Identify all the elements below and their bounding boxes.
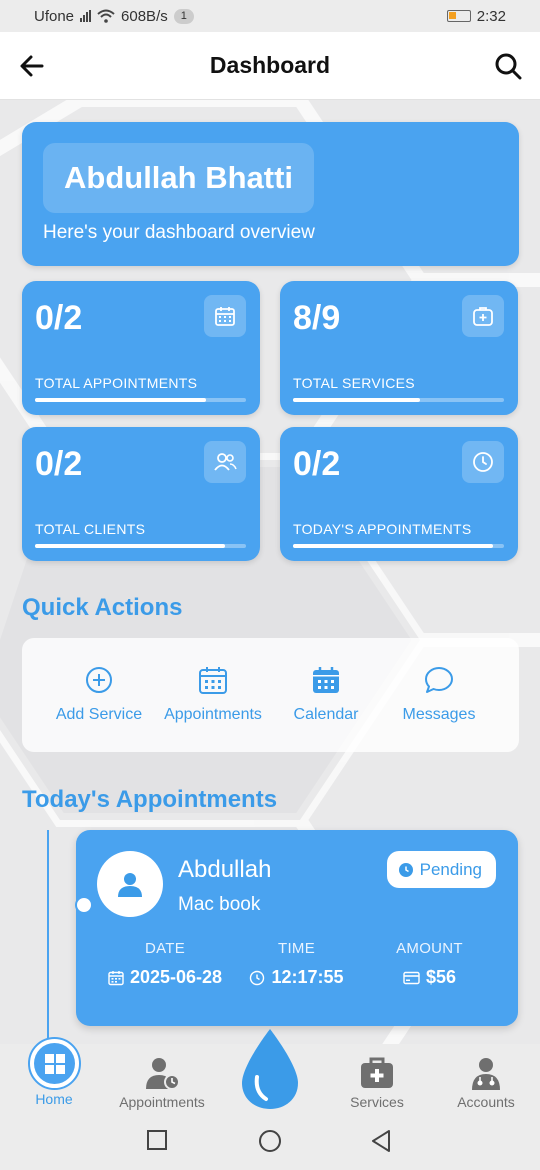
plus-circle-icon: [86, 667, 112, 693]
water-drop-icon[interactable]: [240, 1027, 300, 1111]
add-service-button[interactable]: Add Service: [39, 664, 159, 724]
appointment-date: 2025-06-28: [129, 967, 223, 987]
appointment-card[interactable]: Abdullah Mac book Pending DATE 2025-06-2…: [76, 830, 518, 1026]
calendar-action-button[interactable]: Calendar: [266, 664, 386, 724]
amount-column: AMOUNT $56: [382, 940, 477, 988]
progress-bar: [35, 544, 246, 548]
stat-label: TODAY'S APPOINTMENTS: [293, 521, 472, 537]
network-speed: 608B/s: [121, 7, 168, 25]
wifi-icon: [97, 9, 115, 23]
nav-label: Home: [35, 1091, 73, 1107]
nav-label: Accounts: [457, 1094, 515, 1110]
signal-icon: [80, 10, 92, 22]
date-column: DATE 2025-06-28: [100, 940, 230, 988]
search-icon[interactable]: [494, 52, 522, 80]
appointment-amount: $56: [425, 967, 457, 987]
medical-case-icon: [462, 295, 504, 337]
stat-value: 0/2: [35, 299, 83, 337]
card-icon: [403, 971, 420, 984]
stat-card-total-services[interactable]: 8/9 TOTAL SERVICES: [280, 281, 518, 415]
system-navigation-bar: [0, 1112, 540, 1170]
home-grid-icon: [44, 1053, 65, 1074]
timeline-line: [47, 830, 49, 1050]
stat-value: 0/2: [293, 445, 341, 483]
stat-value: 8/9: [293, 299, 341, 337]
user-name: Abdullah Bhatti: [43, 143, 315, 213]
action-label: Appointments: [164, 706, 262, 723]
medical-case-icon: [361, 1057, 393, 1088]
progress-bar: [293, 398, 504, 402]
calendar-icon: [204, 295, 246, 337]
calendar-icon: [108, 970, 124, 985]
clock-time: 2:32: [476, 7, 506, 25]
bottom-navigation: Home Appointments Services Accounts: [0, 1029, 540, 1112]
nav-label: Appointments: [119, 1094, 205, 1110]
welcome-card: Abdullah Bhatti Here's your dashboard ov…: [22, 122, 519, 266]
back-triangle-icon[interactable]: [370, 1129, 392, 1153]
messages-action-button[interactable]: Messages: [379, 664, 499, 724]
quick-actions-title: Quick Actions: [22, 594, 183, 621]
battery-icon: [446, 10, 471, 22]
home-circle-icon[interactable]: [258, 1129, 282, 1153]
page-title: Dashboard: [209, 52, 331, 78]
status-bar: Ufone 608B/s 1 2:32: [0, 0, 540, 32]
chat-bubble-icon: [425, 667, 453, 693]
progress-bar: [293, 544, 504, 548]
service-name: Mac book: [178, 894, 261, 915]
welcome-subtitle: Here's your dashboard overview: [43, 222, 315, 243]
appointments-action-button[interactable]: Appointments: [153, 664, 273, 724]
amount-label: AMOUNT: [396, 940, 463, 957]
action-label: Messages: [402, 706, 476, 723]
stat-card-todays-appointments[interactable]: 0/2 TODAY'S APPOINTMENTS: [280, 427, 518, 561]
nav-item-appointments[interactable]: Appointments: [107, 1056, 217, 1110]
date-label: DATE: [144, 940, 186, 957]
app-header: Dashboard: [0, 32, 540, 100]
quick-actions-panel: Add Service Appointments Calendar Messag…: [22, 638, 519, 752]
action-label: Calendar: [293, 706, 359, 723]
stat-value: 0/2: [35, 445, 83, 483]
notification-badge: 1: [173, 8, 194, 24]
home-button[interactable]: [28, 1037, 81, 1090]
doctor-icon: [472, 1058, 500, 1090]
avatar: [97, 851, 163, 917]
progress-bar: [35, 398, 246, 402]
time-column: TIME 12:17:55: [244, 940, 349, 988]
user-icon: [118, 873, 142, 897]
timeline-dot: [75, 896, 93, 914]
arrow-left-icon[interactable]: [18, 52, 46, 80]
calendar-filled-icon: [313, 667, 339, 693]
time-label: TIME: [277, 940, 316, 957]
recents-square-icon[interactable]: [146, 1129, 168, 1151]
stat-card-total-clients[interactable]: 0/2 TOTAL CLIENTS: [22, 427, 260, 561]
todays-appointments-title: Today's Appointments: [22, 786, 278, 813]
nav-label: Services: [350, 1094, 404, 1110]
nav-item-accounts[interactable]: Accounts: [431, 1056, 540, 1110]
action-label: Add Service: [55, 706, 143, 723]
status-text: Pending: [419, 859, 482, 879]
stat-label: TOTAL APPOINTMENTS: [35, 375, 198, 391]
nav-item-services[interactable]: Services: [322, 1056, 432, 1110]
stat-label: TOTAL CLIENTS: [35, 521, 146, 537]
stat-card-total-appointments[interactable]: 0/2 TOTAL APPOINTMENTS: [22, 281, 260, 415]
clock-icon: [250, 970, 265, 985]
stat-label: TOTAL SERVICES: [293, 375, 415, 391]
user-clock-icon: [146, 1058, 180, 1090]
carrier-name: Ufone: [34, 7, 75, 25]
calendar-icon: [199, 667, 227, 694]
clock-icon: [462, 441, 504, 483]
appointment-time: 12:17:55: [271, 967, 344, 987]
clock-icon: [398, 862, 413, 877]
client-name: Abdullah: [178, 856, 272, 883]
status-badge: Pending: [386, 851, 496, 888]
users-icon: [204, 441, 246, 483]
